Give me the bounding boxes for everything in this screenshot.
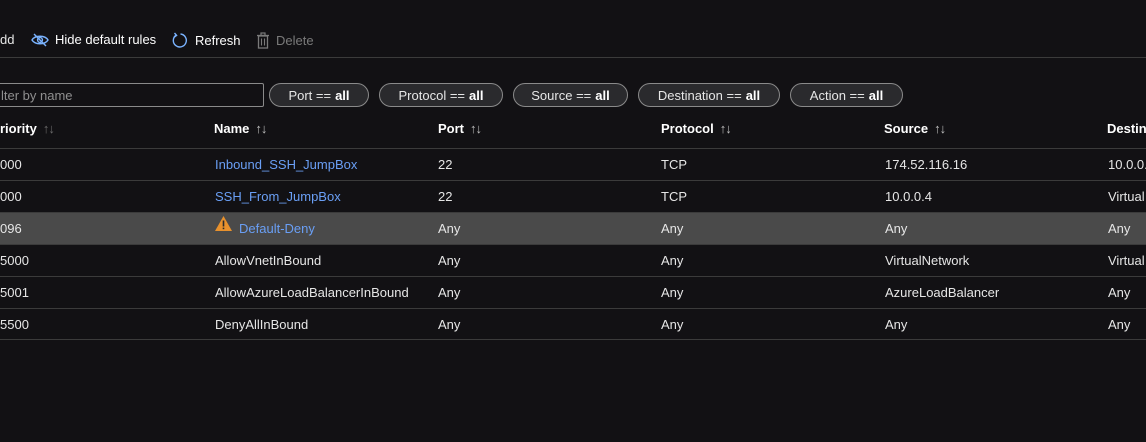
header-priority-label: riority: [0, 121, 37, 136]
destination-cell: Any: [1108, 285, 1131, 300]
header-port-label: Port: [438, 121, 464, 136]
port-filter-pill[interactable]: Port == all: [269, 83, 369, 107]
rule-name-link[interactable]: Default-Deny: [239, 221, 315, 236]
rule-name-cell: DenyAllInBound: [215, 317, 309, 332]
table-row[interactable]: 5500 DenyAllInBound Any Any Any Any: [0, 308, 1146, 340]
priority-cell: 5000: [0, 253, 29, 268]
rule-name-cell: Default-Deny: [214, 213, 315, 244]
priority-cell: 000: [0, 189, 22, 204]
destination-cell: Virtual: [1108, 189, 1145, 204]
rule-name-link[interactable]: Inbound_SSH_JumpBox: [215, 149, 357, 180]
eye-hide-icon: [31, 33, 49, 47]
trash-icon: [256, 32, 270, 49]
source-cell: VirtualNetwork: [885, 253, 970, 268]
header-name[interactable]: Name ↑↓: [214, 121, 267, 136]
header-protocol[interactable]: Protocol ↑↓: [661, 121, 732, 136]
action-filter-prefix: Action ==: [809, 87, 865, 103]
source-filter-prefix: Source ==: [531, 87, 592, 103]
source-filter-value: all: [595, 87, 610, 103]
warning-icon: [214, 212, 233, 243]
priority-cell: 5001: [0, 285, 29, 300]
header-source-label: Source: [884, 121, 929, 136]
action-filter-pill[interactable]: Action == all: [790, 83, 903, 107]
source-cell: 174.52.116.16: [885, 157, 968, 172]
table-row[interactable]: 5001 AllowAzureLoadBalancerInBound Any A…: [0, 276, 1146, 308]
destination-cell: Any: [1108, 221, 1131, 236]
priority-cell: 000: [0, 157, 22, 172]
table-row[interactable]: 5000 AllowVnetInBound Any Any VirtualNet…: [0, 244, 1146, 276]
command-bar: dd Hide default rules Refresh Delete: [0, 24, 1146, 56]
source-filter-pill[interactable]: Source == all: [513, 83, 628, 107]
destination-filter-pill[interactable]: Destination == all: [638, 83, 780, 107]
action-filter-value: all: [868, 87, 884, 103]
sort-arrows-icon[interactable]: ↑↓: [43, 121, 55, 136]
port-cell: 22: [438, 189, 453, 204]
refresh-icon: [172, 32, 189, 49]
rule-name-link[interactable]: SSH_From_JumpBox: [215, 181, 341, 212]
sort-arrows-icon[interactable]: ↑↓: [255, 121, 267, 136]
port-filter-prefix: Port ==: [288, 87, 332, 103]
header-protocol-label: Protocol: [661, 121, 714, 136]
protocol-cell: Any: [661, 317, 684, 332]
protocol-cell: TCP: [661, 157, 687, 172]
port-cell: Any: [438, 221, 461, 236]
delete-label: Delete: [276, 33, 314, 48]
filter-by-name-input[interactable]: [0, 83, 264, 107]
sort-arrows-icon[interactable]: ↑↓: [934, 121, 946, 136]
protocol-filter-pill[interactable]: Protocol == all: [379, 83, 503, 107]
protocol-cell: Any: [661, 253, 684, 268]
sort-arrows-icon[interactable]: ↑↓: [470, 121, 482, 136]
hide-default-rules-label: Hide default rules: [55, 32, 157, 47]
port-cell: 22: [438, 157, 453, 172]
priority-cell: 096: [0, 221, 22, 236]
refresh-label: Refresh: [195, 33, 241, 48]
port-filter-value: all: [335, 87, 350, 103]
source-cell: Any: [885, 221, 908, 236]
protocol-filter-prefix: Protocol ==: [398, 87, 466, 103]
port-cell: Any: [438, 253, 461, 268]
destination-cell: Virtual: [1108, 253, 1145, 268]
priority-cell: 5500: [0, 317, 29, 332]
protocol-cell: Any: [661, 221, 684, 236]
delete-button[interactable]: Delete: [256, 32, 314, 49]
destination-cell: 10.0.0.4: [1108, 157, 1146, 172]
header-port[interactable]: Port ↑↓: [438, 121, 482, 136]
add-label: dd: [0, 32, 15, 47]
toolbar-divider: [0, 57, 1146, 58]
table-row-selected[interactable]: 096 Default-Deny Any Any Any Any: [0, 212, 1146, 244]
add-button[interactable]: dd: [0, 32, 14, 47]
port-cell: Any: [438, 317, 461, 332]
protocol-cell: TCP: [661, 189, 687, 204]
header-priority[interactable]: riority ↑↓: [0, 121, 55, 136]
destination-cell: Any: [1108, 317, 1131, 332]
destination-filter-prefix: Destination ==: [657, 87, 742, 103]
rule-name-cell: AllowAzureLoadBalancerInBound: [215, 285, 409, 300]
header-name-label: Name: [214, 121, 250, 136]
source-cell: Any: [885, 317, 908, 332]
source-cell: AzureLoadBalancer: [885, 285, 1000, 300]
source-cell: 10.0.0.4: [885, 189, 932, 204]
header-source[interactable]: Source ↑↓: [884, 121, 946, 136]
protocol-filter-value: all: [469, 87, 484, 103]
port-cell: Any: [438, 285, 461, 300]
protocol-cell: Any: [661, 285, 684, 300]
sort-arrows-icon[interactable]: ↑↓: [720, 121, 732, 136]
refresh-button[interactable]: Refresh: [172, 32, 241, 49]
header-destination-label: Destina: [1107, 121, 1146, 136]
rule-name-cell: AllowVnetInBound: [215, 253, 322, 268]
header-destination[interactable]: Destina: [1107, 121, 1146, 136]
destination-filter-value: all: [745, 87, 761, 103]
hide-default-rules-button[interactable]: Hide default rules: [31, 32, 156, 47]
table-row[interactable]: 000 SSH_From_JumpBox 22 TCP 10.0.0.4 Vir…: [0, 180, 1146, 212]
table-row[interactable]: 000 Inbound_SSH_JumpBox 22 TCP 174.52.11…: [0, 148, 1146, 180]
